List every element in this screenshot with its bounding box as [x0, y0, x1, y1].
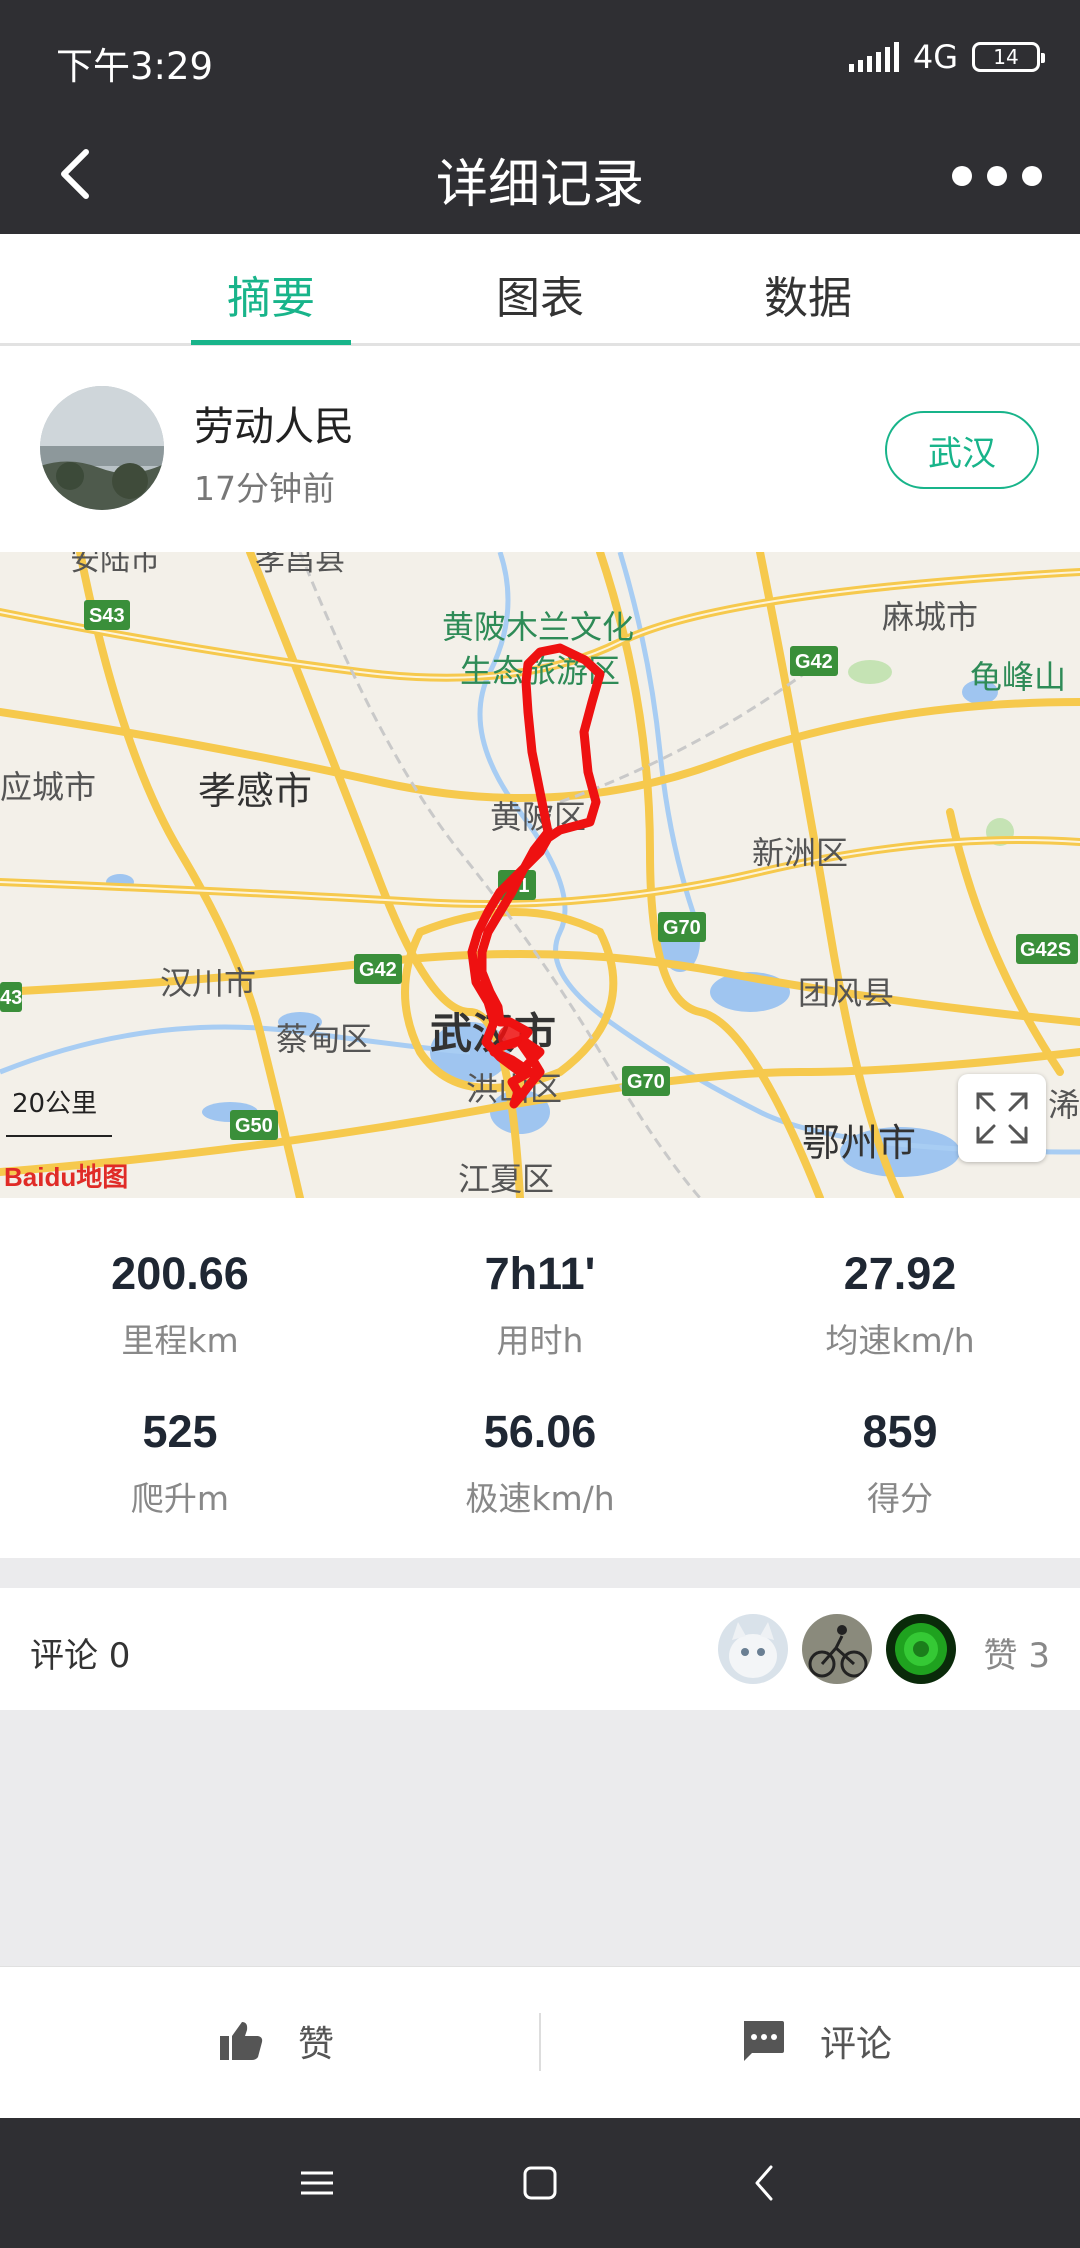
page-title: 详细记录 — [435, 155, 644, 215]
map-label-ezhou: 鄂州市 — [802, 1121, 916, 1165]
social-row: 评论 0 赞 3 — [0, 1588, 1080, 1710]
stat-label: 用时h — [496, 1321, 584, 1360]
fullscreen-icon — [976, 1092, 1028, 1144]
map-label-macheng: 麻城市 — [882, 598, 978, 636]
stat-max-speed: 56.06 极速km/h — [360, 1406, 720, 1520]
map-label-yingcheng: 应城市 — [0, 768, 96, 806]
stat-label: 均速km/h — [825, 1321, 975, 1360]
highway-shield: G50 — [230, 1110, 278, 1140]
status-indicators: 4G 14 — [848, 38, 1045, 76]
stat-value: 525 — [142, 1406, 218, 1457]
system-nav-bar — [0, 2118, 1080, 2248]
stat-label: 爬升m — [130, 1479, 230, 1518]
highway-shield: S43 — [84, 600, 130, 630]
stat-value: 56.06 — [483, 1406, 597, 1457]
svg-text:Baidu地图: Baidu地图 — [4, 1162, 128, 1192]
highway-shield: G42S — [1016, 934, 1078, 964]
status-time: 下午3:29 — [56, 45, 214, 88]
svg-text:43: 43 — [0, 987, 22, 1009]
map-label-caidian: 蔡甸区 — [276, 1020, 372, 1058]
action-bar: 赞 评论 — [0, 1966, 1080, 2118]
highway-shield: G42 — [790, 646, 838, 676]
map-label-xiaochang: 孝昌县 — [255, 552, 345, 578]
stat-distance: 200.66 里程km — [0, 1248, 360, 1362]
liker-avatar[interactable] — [886, 1614, 956, 1684]
more-options-icon[interactable] — [952, 146, 1042, 206]
like-count[interactable]: 赞 3 — [984, 1628, 1050, 1677]
battery-icon: 14 — [972, 42, 1045, 72]
liker-avatar[interactable] — [718, 1614, 788, 1684]
svg-text:G70: G70 — [663, 917, 701, 939]
stat-label: 极速km/h — [465, 1479, 615, 1518]
battery-level: 14 — [993, 45, 1019, 69]
map-label-xinzhou: 新洲区 — [752, 834, 848, 872]
tab-data[interactable]: 数据 — [728, 262, 888, 326]
svg-text:G70: G70 — [627, 1071, 665, 1093]
active-tab-indicator — [191, 340, 351, 345]
liker-avatar[interactable] — [802, 1614, 872, 1684]
user-info: 劳动人民 17分钟前 武汉 — [0, 346, 1080, 552]
status-bar: 下午3:29 4G 14 — [0, 0, 1080, 116]
stat-value: 7h11' — [484, 1248, 596, 1299]
menu-icon[interactable] — [287, 2153, 347, 2213]
map-expand-button[interactable] — [958, 1074, 1046, 1162]
back-icon[interactable] — [735, 2153, 795, 2213]
tab-summary[interactable]: 摘要 — [191, 262, 351, 326]
svg-text:S43: S43 — [89, 605, 125, 627]
svg-text:20公里: 20公里 — [12, 1089, 97, 1119]
comment-icon — [744, 2021, 784, 2061]
map-label-xishui: 浠 — [1048, 1086, 1080, 1124]
route-map[interactable]: 安陆市 孝昌县 黄陂木兰文化 生态旅游区 麻城市 龟峰山 应城市 孝感市 黄陂区… — [0, 552, 1080, 1198]
svg-text:G42: G42 — [359, 959, 397, 981]
comment-count[interactable]: 评论 0 — [30, 1628, 130, 1677]
stat-value: 200.66 — [111, 1248, 249, 1299]
highway-shield: G70 — [622, 1066, 670, 1096]
svg-text:G42: G42 — [795, 651, 833, 673]
ride-stats: 200.66 里程km 7h11' 用时h 27.92 均速km/h 525 爬… — [0, 1198, 1080, 1558]
comment-button[interactable]: 评论 — [740, 2015, 892, 2067]
map-label-scenic-1: 黄陂木兰文化 — [442, 608, 634, 646]
signal-icon — [848, 42, 899, 72]
map-label-xiaogan: 孝感市 — [198, 769, 312, 813]
stat-value: 27.92 — [843, 1248, 957, 1299]
svg-text:G42S: G42S — [1020, 939, 1071, 961]
stat-climb: 525 爬升m — [0, 1406, 360, 1520]
stat-duration: 7h11' 用时h — [360, 1248, 720, 1362]
post-time: 17分钟前 — [194, 469, 335, 508]
divider — [539, 2013, 541, 2071]
svg-text:G50: G50 — [235, 1115, 273, 1137]
stat-label: 得分 — [867, 1479, 933, 1518]
avatar[interactable] — [40, 386, 164, 510]
baidu-logo: Baidu地图 — [4, 1162, 128, 1192]
like-button[interactable]: 赞 — [218, 2015, 334, 2067]
like-label: 赞 — [298, 2024, 335, 2065]
highway-shield: G42 — [354, 954, 402, 984]
stat-avg-speed: 27.92 均速km/h — [720, 1248, 1080, 1362]
tab-charts[interactable]: 图表 — [460, 262, 620, 326]
map-label-anlu: 安陆市 — [70, 552, 160, 578]
network-type: 4G — [912, 38, 958, 76]
map-label-hanchuan: 汉川市 — [160, 964, 256, 1002]
map-label-guifengshan: 龟峰山 — [970, 658, 1066, 696]
city-button[interactable]: 武汉 — [885, 411, 1039, 489]
home-icon[interactable] — [510, 2153, 570, 2213]
highway-shield: G70 — [658, 912, 706, 942]
highway-shield: 43 — [0, 982, 22, 1012]
tab-bar: 摘要 图表 数据 — [0, 234, 1080, 346]
stat-label: 里程km — [121, 1321, 239, 1360]
map-label-tuanfeng: 团风县 — [798, 974, 894, 1012]
comment-label: 评论 — [820, 2024, 893, 2065]
stat-value: 859 — [862, 1406, 938, 1457]
map-label-jiangxia: 江夏区 — [458, 1160, 554, 1198]
thumbs-up-icon — [220, 2022, 263, 2060]
username[interactable]: 劳动人民 — [194, 394, 354, 452]
app-bar: 详细记录 — [0, 116, 1080, 234]
stat-score: 859 得分 — [720, 1406, 1080, 1520]
